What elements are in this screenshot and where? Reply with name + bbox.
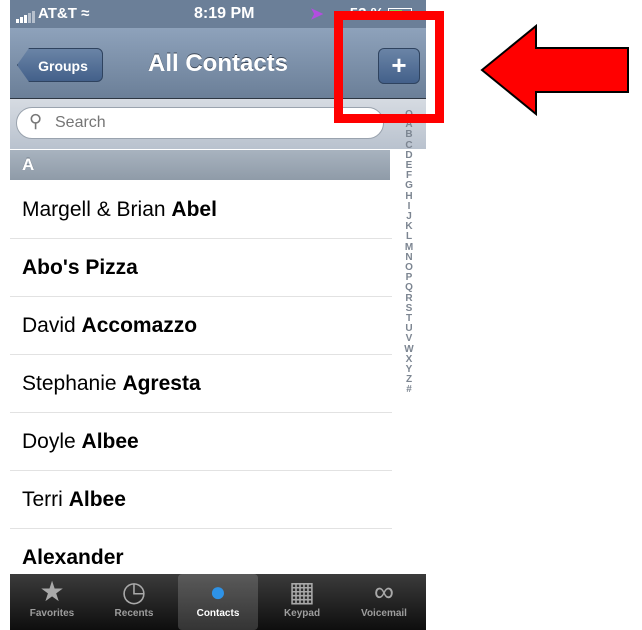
contact-first-name: Stephanie: [22, 372, 117, 395]
contact-first-name: David: [22, 314, 76, 337]
contact-last-name: Agresta: [122, 372, 201, 395]
list-item[interactable]: Stephanie Agresta: [10, 355, 392, 413]
contact-last-name: Albee: [81, 430, 139, 453]
contact-last-name: Abo's Pizza: [22, 256, 138, 279]
tab-keypad[interactable]: ▦ Keypad: [262, 574, 342, 630]
index-letter[interactable]: #: [394, 385, 424, 395]
carrier-name: AT&T: [38, 5, 77, 22]
red-arrow-icon: [480, 24, 629, 116]
carrier: AT&T ≈: [16, 5, 89, 23]
tab-favorites[interactable]: ★ Favorites: [12, 574, 92, 630]
contact-last-name: Abel: [171, 198, 217, 221]
highlight-box: [334, 11, 444, 123]
alphabet-index[interactable]: Q A B C D E F G H I J K L M N O P Q R S T U V W X Y Z #: [394, 109, 424, 396]
voicemail-icon: ∞: [374, 576, 394, 607]
signal-icon: [16, 6, 36, 23]
status-time: 8:19 PM: [194, 5, 255, 22]
location-icon: ➤: [310, 6, 324, 23]
contact-last-name: Alexander: [22, 546, 124, 569]
contact-first-name: Doyle: [22, 430, 76, 453]
tab-voicemail[interactable]: ∞ Voicemail: [344, 574, 424, 630]
contact-last-name: Accomazzo: [81, 314, 198, 337]
search-field[interactable]: ⚲: [16, 107, 384, 139]
tab-bar: ★ Favorites ◷ Recents ● Contacts ▦ Keypa…: [10, 574, 426, 630]
contact-first-name: Terri: [22, 488, 63, 511]
keypad-icon: ▦: [288, 576, 316, 607]
clock-icon: ◷: [121, 576, 147, 607]
list-item[interactable]: Terri Albee: [10, 471, 392, 529]
list-item[interactable]: Doyle Albee: [10, 413, 392, 471]
search-icon: ⚲: [29, 111, 43, 131]
contact-list: Margell & Brian Abel Abo's Pizza David A…: [10, 181, 392, 587]
contact-last-name: Albee: [68, 488, 126, 511]
contact-first-name: Margell & Brian: [22, 198, 166, 221]
list-item[interactable]: David Accomazzo: [10, 297, 392, 355]
tab-recents[interactable]: ◷ Recents: [94, 574, 174, 630]
list-item[interactable]: Margell & Brian Abel: [10, 181, 392, 239]
wifi-icon: ≈: [81, 5, 90, 22]
person-icon: ●: [209, 576, 227, 607]
section-header: A: [10, 150, 390, 180]
list-item[interactable]: Abo's Pizza: [10, 239, 392, 297]
search-input[interactable]: [53, 113, 357, 133]
tab-contacts[interactable]: ● Contacts: [178, 574, 258, 630]
star-icon: ★: [39, 576, 65, 607]
